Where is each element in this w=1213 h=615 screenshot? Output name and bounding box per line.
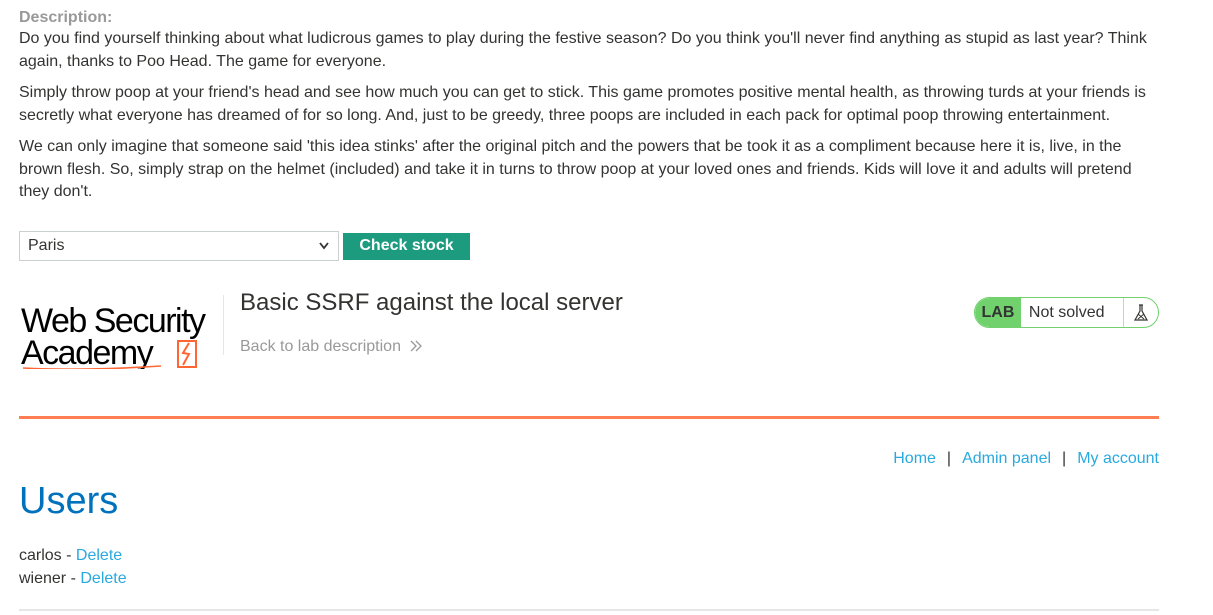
nav-my-account-link[interactable]: My account <box>1077 450 1159 468</box>
nav-separator: | <box>1062 450 1067 467</box>
check-stock-button[interactable]: Check stock <box>343 232 470 260</box>
store-select[interactable]: Paris <box>19 231 339 261</box>
lab-title: Basic SSRF against the local server <box>240 289 623 316</box>
page-title: Users <box>19 480 119 522</box>
user-row: carlos - Delete <box>19 544 127 567</box>
store-select-value: Paris <box>28 237 65 254</box>
logo-line2: Academy <box>21 334 154 369</box>
lab-status-widget: LAB Not solved <box>974 297 1159 328</box>
top-navigation: Home | Admin panel | My account <box>893 450 1159 468</box>
flask-icon <box>1122 298 1158 327</box>
description-paragraph: We can only imagine that someone said 't… <box>19 138 1132 200</box>
nav-admin-panel-link[interactable]: Admin panel <box>962 450 1051 468</box>
delete-user-link[interactable]: Delete <box>76 547 122 564</box>
product-description: Description: Do you find yourself thinki… <box>19 8 1159 213</box>
nav-separator: | <box>946 450 952 467</box>
description-paragraph: Do you find yourself thinking about what… <box>19 30 1147 70</box>
back-link-label: Back to lab description <box>240 338 401 355</box>
delete-user-link[interactable]: Delete <box>80 570 126 587</box>
lab-header: Web Security Academy Basic SSRF against … <box>19 285 1159 375</box>
logo-divider <box>223 295 224 355</box>
user-separator: - <box>66 570 81 587</box>
back-to-lab-description-link[interactable]: Back to lab description <box>240 338 423 356</box>
username: wiener <box>19 570 67 587</box>
description-paragraph: Simply throw poop at your friend's head … <box>19 84 1146 124</box>
lab-badge: LAB <box>975 298 1021 327</box>
users-list: carlos - Delete wiener - Delete <box>19 544 127 590</box>
footer-divider <box>19 609 1159 611</box>
user-separator: - <box>61 547 76 564</box>
username: carlos <box>19 547 62 564</box>
stock-check-form: Paris Check stock <box>19 231 470 261</box>
chevron-down-icon <box>318 232 330 270</box>
nav-home-link[interactable]: Home <box>893 450 936 468</box>
double-chevron-right-icon <box>409 339 423 356</box>
web-security-academy-logo[interactable]: Web Security Academy <box>21 293 221 372</box>
lab-status-text: Not solved <box>1028 303 1105 321</box>
user-row: wiener - Delete <box>19 567 127 590</box>
description-heading: Description: <box>19 9 113 26</box>
header-divider <box>19 416 1159 419</box>
page: Description: Do you find yourself thinki… <box>0 0 1213 615</box>
